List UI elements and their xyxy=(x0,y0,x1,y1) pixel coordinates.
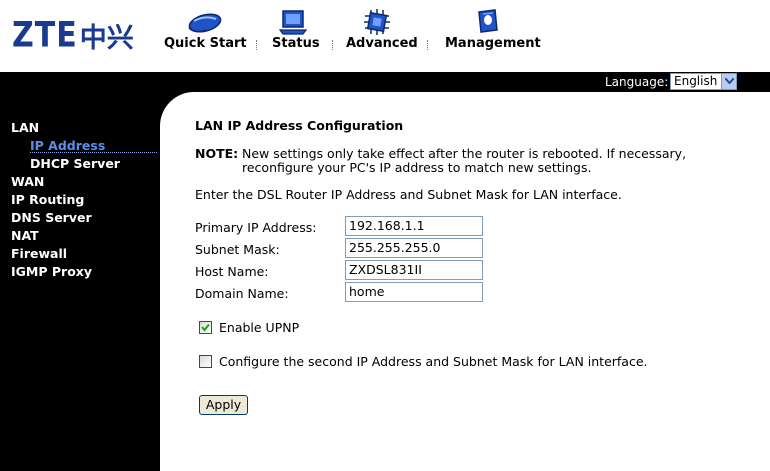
note-text-line2: reconfigure your PC's IP address to matc… xyxy=(242,160,592,175)
host-name-label: Host Name: xyxy=(195,264,269,279)
sidebar-item-dns-server[interactable]: DNS Server xyxy=(11,210,92,225)
sidebar-item-ip-routing[interactable]: IP Routing xyxy=(11,192,84,207)
primary-ip-input[interactable]: 192.168.1.1 xyxy=(345,216,483,236)
note-label: NOTE: xyxy=(195,146,239,161)
language-select[interactable]: English xyxy=(670,73,737,90)
instruction-text: Enter the DSL Router IP Address and Subn… xyxy=(195,187,622,202)
second-ip-checkbox[interactable] xyxy=(199,355,212,368)
second-ip-label: Configure the second IP Address and Subn… xyxy=(219,354,648,369)
document-icon xyxy=(473,8,505,36)
nav-management[interactable]: Management xyxy=(445,0,541,72)
logo-text-cjk: 中兴 xyxy=(79,22,134,54)
chevron-down-icon[interactable] xyxy=(721,74,736,89)
host-name-input[interactable]: ZXDSL831II xyxy=(345,260,483,280)
sidebar-item-igmp-proxy[interactable]: IGMP Proxy xyxy=(11,264,92,279)
nav-separator xyxy=(256,40,258,50)
language-label: Language: xyxy=(605,75,669,89)
sidebar-item-lan[interactable]: LAN xyxy=(11,120,39,135)
subnet-mask-label: Subnet Mask: xyxy=(195,242,280,257)
language-select-value: English xyxy=(674,74,718,88)
logo-text-latin: ZTE xyxy=(12,14,78,56)
sidebar-selection-underline xyxy=(30,152,157,153)
sidebar-item-firewall[interactable]: Firewall xyxy=(11,246,67,261)
nav-advanced-label: Advanced xyxy=(346,36,418,51)
note-text-line1: New settings only take effect after the … xyxy=(242,146,687,161)
primary-ip-label: Primary IP Address: xyxy=(195,220,317,235)
nav-quick-start-label: Quick Start xyxy=(164,36,247,51)
sidebar-item-wan[interactable]: WAN xyxy=(11,174,44,189)
header-bar: ZTE 中兴 Quick Start Status Advanced Manag… xyxy=(0,0,770,72)
sidebar-item-nat[interactable]: NAT xyxy=(11,228,39,243)
nav-separator xyxy=(332,40,334,50)
enable-upnp-label: Enable UPNP xyxy=(219,320,300,335)
chip-icon xyxy=(362,8,394,36)
subnet-mask-input[interactable]: 255.255.255.0 xyxy=(345,238,483,258)
page-title: LAN IP Address Configuration xyxy=(195,118,404,133)
nav-quick-start[interactable]: Quick Start xyxy=(164,0,247,72)
sidebar-item-ip-address[interactable]: IP Address xyxy=(30,138,105,153)
nav-advanced[interactable]: Advanced xyxy=(346,0,418,72)
nav-status[interactable]: Status xyxy=(272,0,320,72)
nav-separator xyxy=(427,40,429,50)
apply-button[interactable]: Apply xyxy=(199,395,248,415)
domain-name-input[interactable]: home xyxy=(345,282,483,302)
nav-management-label: Management xyxy=(445,36,541,51)
domain-name-label: Domain Name: xyxy=(195,286,289,301)
monitor-icon xyxy=(278,8,310,36)
zte-logo: ZTE 中兴 xyxy=(12,14,134,56)
nav-status-label: Status xyxy=(272,36,320,51)
sidebar-item-dhcp-server[interactable]: DHCP Server xyxy=(30,156,120,171)
mouse-icon xyxy=(186,8,224,36)
enable-upnp-checkbox[interactable] xyxy=(199,321,212,334)
